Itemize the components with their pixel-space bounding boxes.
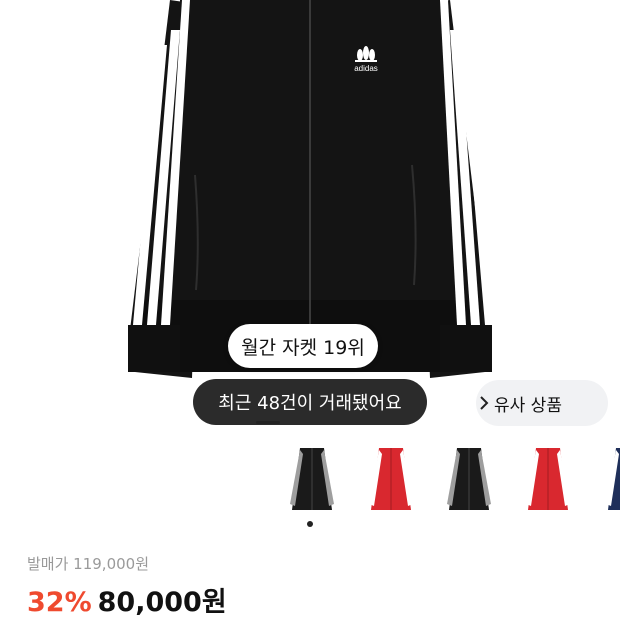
color-variant-thumbnails [0, 440, 620, 520]
jacket-thumbnail-icon [447, 448, 491, 510]
brand-logo-text: adidas [354, 64, 378, 73]
similar-products-label: 유사 상품 [494, 395, 562, 416]
jacket-thumbnail-icon [290, 448, 334, 510]
ranking-badge-label: 월간 자켓 19위 [241, 336, 365, 359]
jacket-thumbnail-icon [526, 448, 570, 510]
sale-price: 80,000원 [97, 587, 227, 618]
thumbnail-black-gray[interactable] [280, 440, 344, 516]
recent-trades-label: 최근 48건이 거래됐어요 [218, 393, 402, 414]
chevron-right-icon [480, 396, 489, 410]
thumbnail-navy[interactable] [596, 440, 620, 516]
thumbnail-red-white[interactable] [359, 440, 423, 516]
ranking-badge: 월간 자켓 19위 [228, 324, 378, 368]
selected-thumbnail-dot [307, 521, 313, 527]
discount-rate: 32% [27, 587, 92, 618]
carousel-progress-indicator [256, 421, 280, 424]
original-price: 발매가 119,000원 [27, 555, 149, 573]
recent-trades-badge: 최근 48건이 거래됐어요 [193, 379, 427, 425]
jacket-thumbnail-icon [606, 448, 620, 510]
price-row: 32% 80,000원 [27, 580, 227, 619]
thumbnail-black-gray[interactable] [437, 440, 501, 516]
thumbnail-red-white[interactable] [516, 440, 580, 516]
similar-products-button[interactable]: 유사 상품 [476, 380, 608, 426]
product-image-carousel[interactable]: adidas 월간 자켓 19위 최근 48건이 거래됐어요 유사 상품 [0, 0, 620, 430]
jacket-thumbnail-icon [369, 448, 413, 510]
